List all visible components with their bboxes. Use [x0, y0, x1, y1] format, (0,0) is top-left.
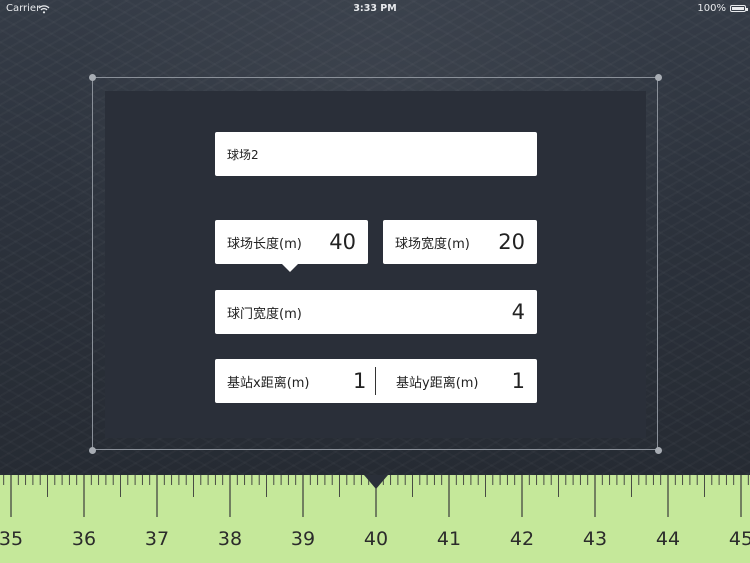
field-name-value: 球场2 [227, 147, 259, 162]
base-station-distance-row: 基站x距离(m) 1 基站y距离(m) 1 [215, 359, 537, 403]
field-length-input[interactable]: 球场长度(m) 40 [215, 220, 368, 272]
field-length-label: 球场长度(m) [227, 236, 302, 252]
field-length-value: 40 [329, 230, 356, 254]
ruler-tick-label: 44 [655, 528, 681, 550]
base-x-label[interactable]: 基站x距离(m) [227, 359, 310, 403]
battery-percentage: 100% [697, 3, 726, 14]
field-width-value: 20 [498, 230, 525, 254]
base-x-value[interactable]: 1 [353, 359, 366, 403]
ruler-indicator [364, 475, 388, 489]
resize-handle-top-right[interactable] [655, 74, 662, 81]
ruler-tick-label: 39 [290, 528, 316, 550]
field-width-label: 球场宽度(m) [395, 236, 470, 252]
ruler-tick-label: 42 [509, 528, 535, 550]
resize-handle-bottom-right[interactable] [655, 447, 662, 454]
ruler-tick-label: 41 [436, 528, 462, 550]
divider [375, 367, 376, 395]
ruler-tick-label: 45 [728, 528, 750, 550]
base-y-label[interactable]: 基站y距离(m) [396, 359, 479, 403]
field-name-input[interactable]: 球场2 [215, 132, 537, 176]
ruler-tick-label: 36 [71, 528, 97, 550]
base-y-value[interactable]: 1 [512, 359, 525, 403]
goal-width-label: 球门宽度(m) [227, 306, 302, 322]
ruler-tick-label: 38 [217, 528, 243, 550]
ruler-tick-label: 37 [144, 528, 170, 550]
goal-width-input[interactable]: 球门宽度(m) 4 [215, 290, 537, 334]
ruler-tick-label: 35 [0, 528, 24, 550]
resize-handle-bottom-left[interactable] [89, 447, 96, 454]
resize-handle-top-left[interactable] [89, 74, 96, 81]
status-bar: Carrier 3:33 PM 100% [0, 0, 750, 18]
clock: 3:33 PM [353, 3, 397, 14]
battery-icon [730, 5, 748, 12]
ruler-tick-label: 43 [582, 528, 608, 550]
goal-width-value: 4 [511, 300, 525, 324]
ruler-tick-label: 40 [363, 528, 389, 550]
active-field-pointer [282, 264, 298, 272]
field-width-input[interactable]: 球场宽度(m) 20 [383, 220, 537, 264]
